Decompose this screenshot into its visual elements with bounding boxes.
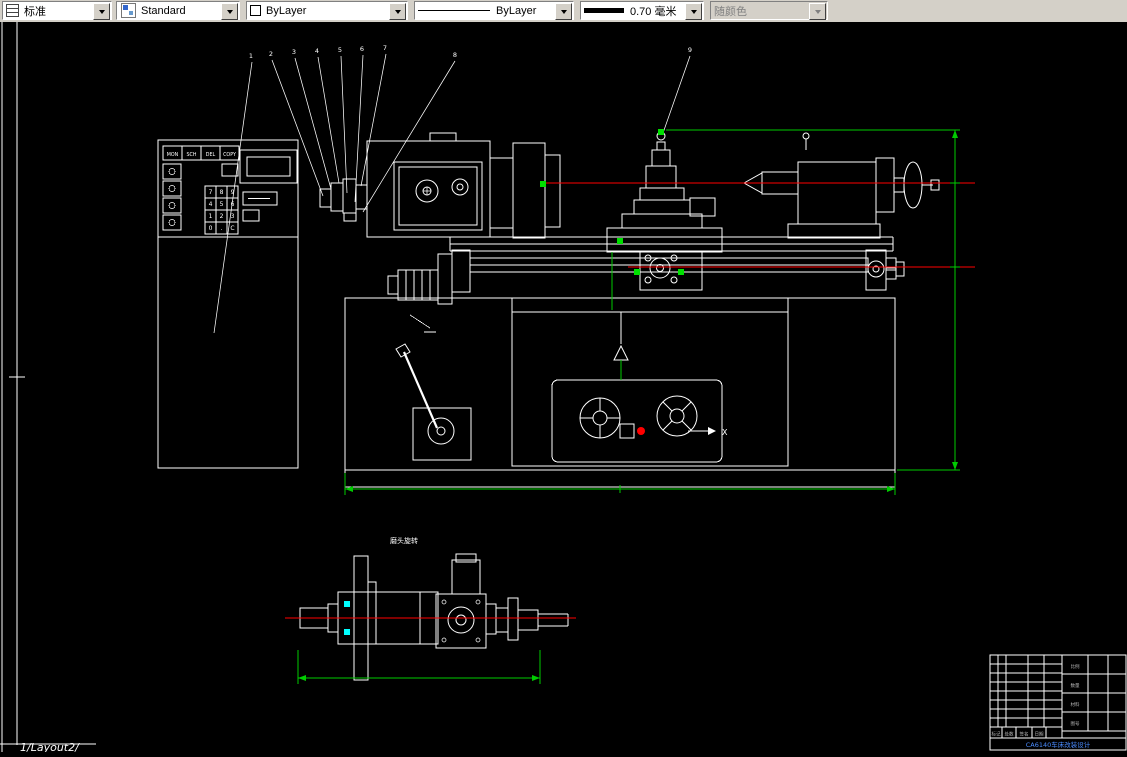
red-knob[interactable] [637, 427, 645, 435]
keypad-key: 2 [220, 213, 224, 220]
keypad-key: 0 [209, 225, 213, 232]
callout-number: 5 [338, 46, 342, 54]
color-dropdown-arrow[interactable] [389, 3, 406, 20]
grip-point[interactable] [634, 269, 640, 275]
linetype-dropdown-arrow[interactable] [555, 3, 572, 20]
keypad-key: 8 [220, 189, 224, 196]
properties-toolbar: 标准 Standard ByLayer ByLayer 0.70 毫米 随颜色 [0, 0, 1127, 23]
lathe-front-view[interactable] [319, 132, 940, 488]
title-block[interactable]: 标记 处数 签名 日期 比例 数量 材料 图号 CA6140车床改装设计 [989, 654, 1127, 751]
panel-key-label: SCH [186, 152, 196, 158]
linetype-sample-icon [418, 10, 490, 11]
control-panel-view[interactable] [157, 139, 299, 469]
callout-number: 4 [315, 47, 319, 55]
chevron-down-icon [560, 9, 567, 14]
callout-number: 9 [688, 46, 692, 54]
text-style-icon [121, 3, 136, 18]
keypad-key: C [230, 225, 234, 232]
linetype-combo[interactable]: ByLayer [414, 1, 574, 20]
grip-point[interactable] [678, 269, 684, 275]
titleblock-field: 日期 [1035, 732, 1044, 738]
callout-number: 7 [383, 44, 387, 52]
lineweight-combo[interactable]: 0.70 毫米 [580, 1, 704, 20]
titleblock-field: 签名 [1020, 731, 1029, 738]
panel-key-label: DEL [206, 152, 216, 158]
callout-leaders[interactable]: 1 2 3 4 5 6 7 8 9 [213, 44, 692, 334]
plot-style-dropdown-arrow [809, 3, 826, 20]
callout-number: 3 [292, 48, 296, 56]
lineweight-dropdown-arrow[interactable] [685, 3, 702, 20]
callout-number: 1 [249, 52, 253, 60]
plot-style-combo: 随颜色 [710, 1, 828, 20]
layout-tabs[interactable]: 1/Layout2/ [20, 741, 80, 754]
grip-point[interactable] [658, 129, 664, 135]
color-value: ByLayer [266, 4, 307, 17]
titleblock-field: 标记 [992, 731, 1001, 738]
titleblock-field: 材料 [1071, 701, 1080, 708]
chevron-down-icon [394, 9, 401, 14]
keypad-key: 7 [209, 189, 213, 196]
titleblock-field: 图号 [1071, 721, 1080, 727]
tailstock-handwheel[interactable] [903, 161, 923, 209]
cad-drawing[interactable]: 1/Layout2/ MON SCH DEL COPY 7 8 9 4 5 6 … [0, 22, 1127, 754]
section-label[interactable]: X [722, 428, 728, 437]
titleblock-field: 比例 [1071, 663, 1080, 670]
highlight-point[interactable] [344, 629, 350, 635]
chevron-down-icon [226, 9, 233, 14]
drawing-title: CA6140车床改装设计 [1026, 740, 1091, 749]
grip-point[interactable] [617, 238, 623, 244]
text-style-value: Standard [141, 4, 186, 17]
callout-number: 6 [360, 45, 364, 53]
dim-style-value: 标准 [24, 5, 46, 18]
dim-style-icon [6, 4, 19, 17]
keypad-key: 4 [209, 201, 213, 208]
chuck[interactable] [512, 142, 546, 239]
lathe-front-view-circles[interactable]: X [395, 131, 923, 445]
panel-key-label: COPY [223, 152, 236, 158]
model-space-canvas[interactable]: 1/Layout2/ MON SCH DEL COPY 7 8 9 4 5 6 … [0, 22, 1127, 754]
text-style-combo[interactable]: Standard [116, 1, 240, 20]
grip-point[interactable] [540, 181, 546, 187]
titleblock-field: 数量 [1071, 682, 1080, 689]
keypad-key: 3 [231, 213, 235, 220]
dim-style-combo[interactable]: 标准 [2, 1, 112, 20]
grinder-side-view-circles[interactable] [285, 599, 576, 684]
control-lever[interactable] [402, 351, 439, 429]
chevron-down-icon [690, 9, 697, 14]
grinder-side-view[interactable] [299, 553, 569, 681]
panel-display [239, 149, 298, 184]
callout-number: 8 [453, 51, 457, 59]
small-view-label[interactable]: 磨头旋转 [390, 536, 418, 545]
tool-post[interactable] [645, 165, 677, 189]
tailstock[interactable] [797, 161, 877, 225]
text-style-dropdown-arrow[interactable] [221, 3, 238, 20]
lineweight-value: 0.70 毫米 [630, 5, 677, 18]
centerlines[interactable] [540, 182, 975, 268]
keypad-key: 5 [220, 201, 224, 208]
panel-key-label: MON [167, 152, 179, 158]
keypad-key: 1 [209, 213, 213, 220]
color-swatch-icon [250, 5, 261, 16]
chevron-down-icon [98, 9, 105, 14]
highlight-point[interactable] [344, 601, 350, 607]
callout-number: 2 [269, 50, 273, 58]
color-combo[interactable]: ByLayer [246, 1, 408, 20]
paper-edge [0, 22, 96, 752]
plot-style-value: 随颜色 [714, 5, 747, 18]
linetype-value: ByLayer [496, 4, 537, 17]
lineweight-sample-icon [584, 8, 624, 13]
titleblock-field: 处数 [1005, 731, 1014, 738]
keypad-key: . [221, 225, 223, 232]
chevron-down-icon [814, 9, 821, 14]
dim-style-dropdown-arrow[interactable] [93, 3, 110, 20]
headstock[interactable] [366, 140, 491, 238]
carriage[interactable] [606, 227, 723, 253]
